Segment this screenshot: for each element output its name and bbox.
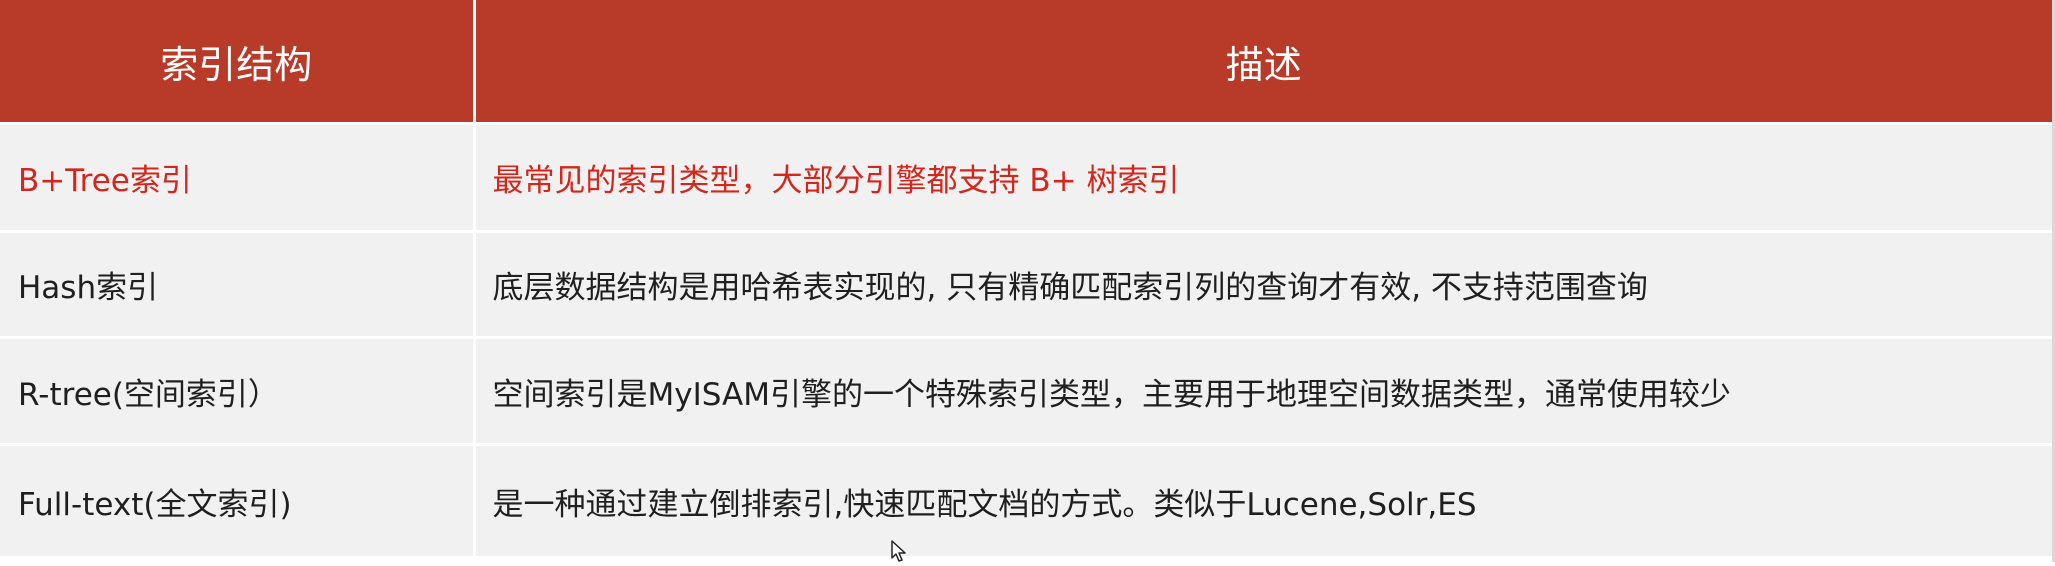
header-description: 描述 <box>474 0 2052 125</box>
cell-description: 空间索引是MyISAM引擎的一个特殊索引类型，主要用于地理空间数据类型，通常使用… <box>474 337 2052 446</box>
cell-description: 底层数据结构是用哈希表实现的, 只有精确匹配索引列的查询才有效, 不支持范围查询 <box>474 231 2052 339</box>
mouse-pointer-icon <box>890 540 910 562</box>
table-row: R-tree(空间索引） 空间索引是MyISAM引擎的一个特殊索引类型，主要用于… <box>0 337 2052 446</box>
table-row: B+Tree索引 最常见的索引类型，大部分引擎都支持 B+ 树索引 <box>0 123 2052 233</box>
table-row: Hash索引 底层数据结构是用哈希表实现的, 只有精确匹配索引列的查询才有效, … <box>0 231 2052 339</box>
table-row: Full-text(全文索引) 是一种通过建立倒排索引,快速匹配文档的方式。类似… <box>0 444 2052 559</box>
cell-description: 最常见的索引类型，大部分引擎都支持 B+ 树索引 <box>474 123 2052 233</box>
cell-structure: R-tree(空间索引） <box>0 337 476 446</box>
cell-structure: Full-text(全文索引) <box>0 444 476 559</box>
index-structure-table: 索引结构 描述 B+Tree索引 最常见的索引类型，大部分引擎都支持 B+ 树索… <box>0 0 2052 559</box>
cell-description: 是一种通过建立倒排索引,快速匹配文档的方式。类似于Lucene,Solr,ES <box>474 444 2052 559</box>
cell-structure: Hash索引 <box>0 231 476 339</box>
cell-structure: B+Tree索引 <box>0 123 476 233</box>
header-index-structure: 索引结构 <box>0 0 476 125</box>
index-structure-table-container: 索引结构 描述 B+Tree索引 最常见的索引类型，大部分引擎都支持 B+ 树索… <box>0 0 2055 562</box>
table-header-row: 索引结构 描述 <box>0 0 2052 125</box>
